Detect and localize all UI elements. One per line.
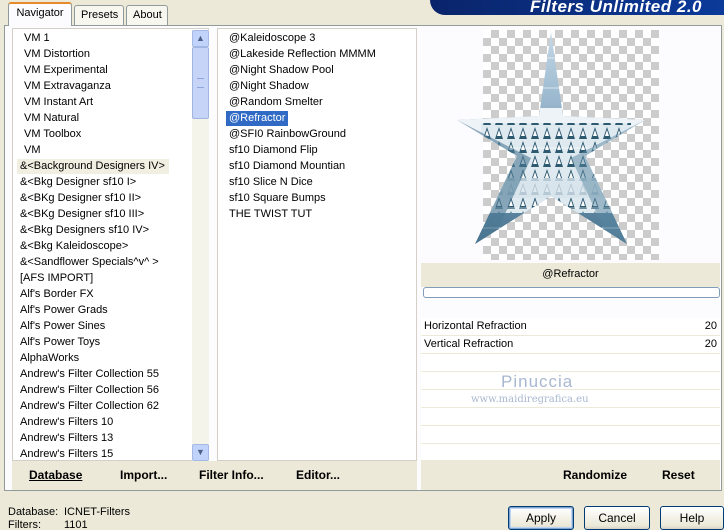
category-item[interactable]: &<Bkg Designer sf10 I> <box>17 175 139 190</box>
category-item[interactable]: Andrew's Filter Collection 55 <box>17 367 162 382</box>
category-item[interactable]: &<Bkg Kaleidoscope> <box>17 239 131 254</box>
category-item[interactable]: Andrew's Filter Collection 62 <box>17 399 162 414</box>
category-item[interactable]: VM Instant Art <box>21 95 96 110</box>
param-label: Horizontal Refraction <box>424 320 527 332</box>
scroll-up-button[interactable]: ▲ <box>192 30 209 47</box>
filter-item[interactable]: @Refractor <box>226 111 289 126</box>
current-filter-name: @Refractor <box>421 263 720 287</box>
filter-list[interactable]: @Kaleidoscope 3 @Lakeside Reflection MMMM… <box>217 28 417 461</box>
filter-item[interactable]: sf10 Diamond Mountian <box>226 159 348 174</box>
tab-about[interactable]: About <box>126 5 168 25</box>
category-item[interactable]: Andrew's Filters 10 <box>17 415 116 430</box>
app-title-banner: Filters Unlimited 2.0 <box>430 0 724 15</box>
param-value[interactable]: 20 <box>705 318 717 335</box>
category-item[interactable]: VM Natural <box>21 111 82 126</box>
category-item[interactable]: Andrew's Filter Collection 56 <box>17 383 162 398</box>
category-item[interactable]: [AFS IMPORT] <box>17 271 96 286</box>
category-item[interactable]: VM <box>21 143 44 158</box>
database-button[interactable]: Database <box>29 468 82 482</box>
category-item[interactable]: &<Sandflower Specials^v^ > <box>17 255 162 270</box>
param-empty-row <box>421 426 720 444</box>
category-item[interactable]: Andrew's Filters 15 <box>17 447 116 460</box>
cancel-button[interactable]: Cancel <box>584 506 650 530</box>
param-vertical-refraction[interactable]: Vertical Refraction 20 <box>421 336 720 354</box>
category-item[interactable]: VM Toolbox <box>21 127 84 142</box>
filter-item[interactable]: sf10 Slice N Dice <box>226 175 316 190</box>
filters-count-label: Filters: <box>8 519 41 530</box>
category-scrollbar[interactable]: ▲ ▼ <box>192 30 209 461</box>
preview-image <box>457 32 645 244</box>
randomize-button[interactable]: Randomize <box>563 468 627 482</box>
watermark-url: www.maidiregrafica.eu <box>471 394 589 405</box>
category-item[interactable]: Andrew's Filters 13 <box>17 431 116 446</box>
category-item[interactable]: AlphaWorks <box>17 351 82 366</box>
param-horizontal-refraction[interactable]: Horizontal Refraction 20 <box>421 318 720 336</box>
category-item[interactable]: VM 1 <box>21 31 53 46</box>
param-empty-row <box>421 444 720 461</box>
category-item[interactable]: &<BKg Designer sf10 III> <box>17 207 147 222</box>
scroll-thumb[interactable] <box>192 47 209 119</box>
category-item[interactable]: VM Experimental <box>21 63 111 78</box>
editor-button[interactable]: Editor... <box>296 468 340 482</box>
progress-bar <box>423 287 720 298</box>
category-item[interactable]: Alf's Power Grads <box>17 303 111 318</box>
tab-presets[interactable]: Presets <box>74 5 124 25</box>
param-empty-row <box>421 354 720 372</box>
help-button[interactable]: Help <box>660 506 724 530</box>
apply-button[interactable]: Apply <box>508 506 574 530</box>
category-item[interactable]: Alf's Power Toys <box>17 335 103 350</box>
category-item[interactable]: Alf's Power Sines <box>17 319 108 334</box>
category-item[interactable]: Alf's Border FX <box>17 287 97 302</box>
app-title: Filters Unlimited 2.0 <box>529 0 702 15</box>
category-item[interactable]: VM Extravaganza <box>21 79 114 94</box>
filter-item[interactable]: sf10 Square Bumps <box>226 191 329 206</box>
category-item[interactable]: VM Distortion <box>21 47 93 62</box>
filters-count-value: 1101 <box>64 519 88 530</box>
filter-item[interactable]: @Kaleidoscope 3 <box>226 31 318 46</box>
filter-item[interactable]: @Night Shadow Pool <box>226 63 337 78</box>
filter-item[interactable]: THE TWIST TUT <box>226 207 315 222</box>
filter-item[interactable]: @SFI0 RainbowGround <box>226 127 349 142</box>
preview-panel <box>421 28 720 263</box>
database-label: Database: <box>8 506 59 518</box>
category-item[interactable]: &<BKg Designer sf10 II> <box>17 191 144 206</box>
category-item[interactable]: &<Background Designers IV> <box>17 159 169 174</box>
filter-info-button[interactable]: Filter Info... <box>199 468 264 482</box>
category-list[interactable]: VM 1 VM Distortion VM Experimental VM Extra… <box>12 28 209 461</box>
filter-item[interactable]: @Night Shadow <box>226 79 312 94</box>
import-button[interactable]: Import... <box>120 468 167 482</box>
filter-item[interactable]: @Random Smelter <box>226 95 326 110</box>
database-value: ICNET-Filters <box>64 506 130 518</box>
category-item[interactable]: &<Bkg Designers sf10 IV> <box>17 223 152 238</box>
scroll-down-button[interactable]: ▼ <box>192 444 209 461</box>
param-value[interactable]: 20 <box>705 336 717 353</box>
reset-button[interactable]: Reset <box>662 468 695 482</box>
filter-item[interactable]: sf10 Diamond Flip <box>226 143 321 158</box>
watermark-name: Pinuccia <box>501 372 574 391</box>
tab-navigator[interactable]: Navigator <box>8 2 72 26</box>
param-label: Vertical Refraction <box>424 338 514 350</box>
filter-item[interactable]: @Lakeside Reflection MMMM <box>226 47 379 62</box>
param-empty-row <box>421 408 720 426</box>
